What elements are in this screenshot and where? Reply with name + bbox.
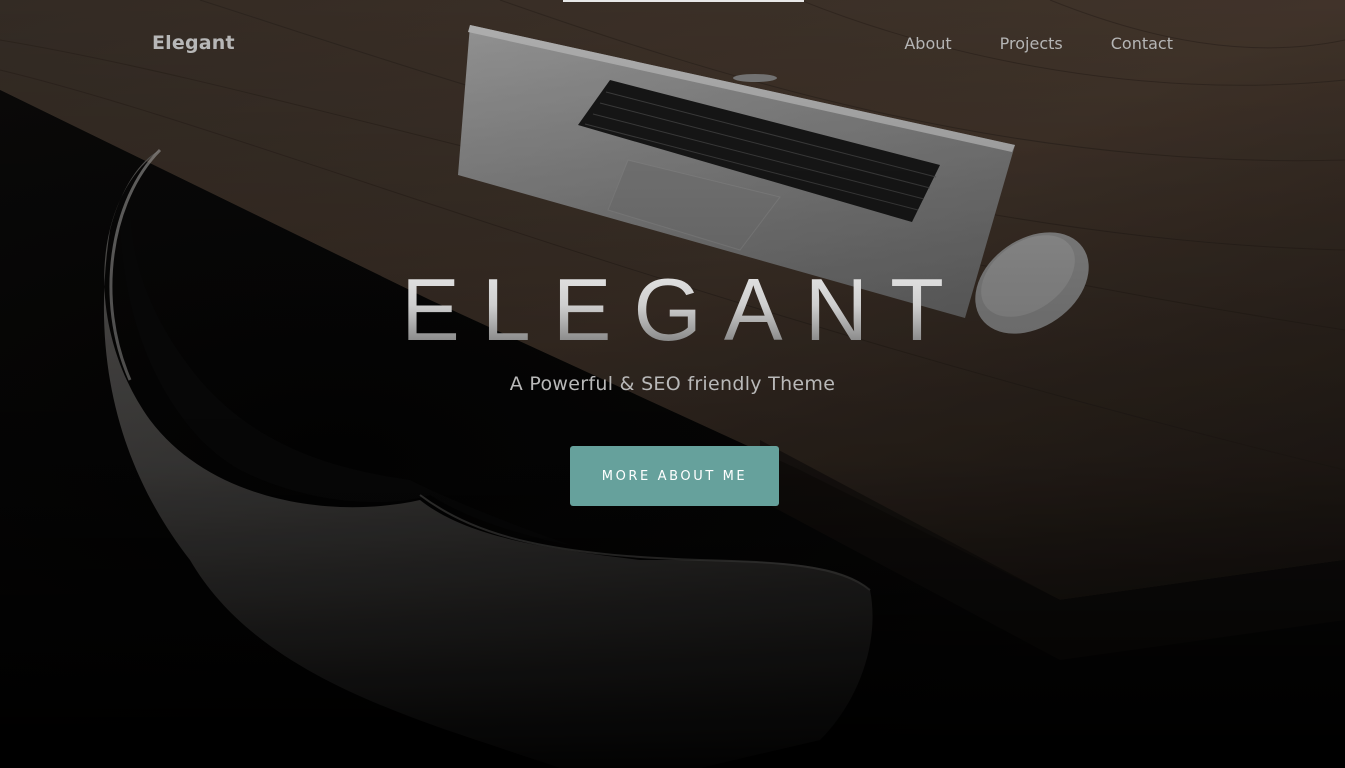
nav-link-contact[interactable]: Contact xyxy=(1111,34,1173,53)
top-accent-strip xyxy=(563,0,804,2)
main-nav: About Projects Contact xyxy=(904,34,1173,53)
brand-logo[interactable]: Elegant xyxy=(152,32,235,54)
nav-link-about[interactable]: About xyxy=(904,34,951,53)
more-about-me-button[interactable]: MORE ABOUT ME xyxy=(570,446,779,506)
hero-title: ELEGANT xyxy=(0,262,1345,358)
hero-section: Elegant About Projects Contact ELEGANT A… xyxy=(0,0,1345,768)
nav-link-projects[interactable]: Projects xyxy=(1000,34,1063,53)
hero-subtitle: A Powerful & SEO friendly Theme xyxy=(509,373,836,395)
